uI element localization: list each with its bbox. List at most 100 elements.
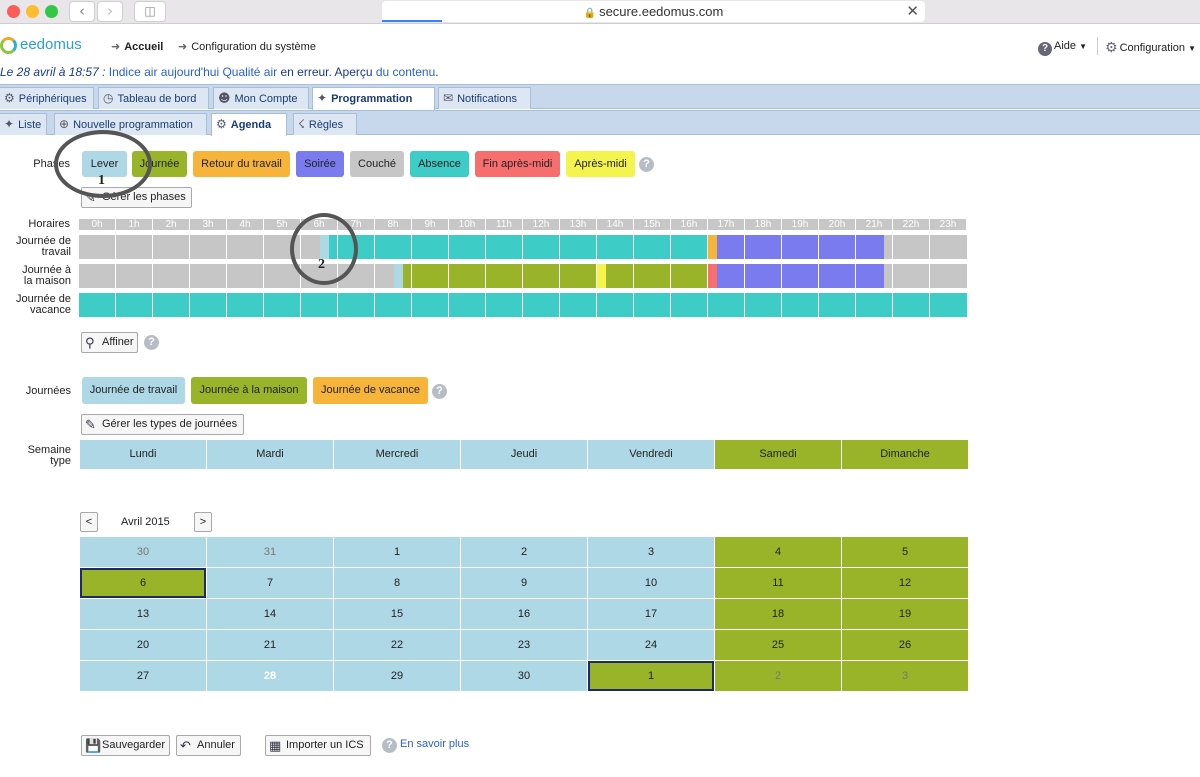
tab-notifications[interactable]: ✉ Notifications xyxy=(438,87,531,109)
week-day-6[interactable]: Dimanche xyxy=(842,440,968,469)
tab-regles[interactable]: ☇ Règles xyxy=(293,113,357,135)
window-close-button[interactable] xyxy=(7,5,20,18)
calendar-day[interactable]: 1 xyxy=(588,661,714,691)
timeline-segment[interactable] xyxy=(79,293,967,317)
phases-help-icon[interactable]: ? xyxy=(639,157,654,172)
timeline-segment[interactable] xyxy=(708,264,718,288)
learn-more-link[interactable]: En savoir plus xyxy=(400,738,469,750)
daytype-work[interactable]: Journée de travail xyxy=(82,377,185,404)
close-icon[interactable]: ✕ xyxy=(906,1,919,22)
week-day-5[interactable]: Samedi xyxy=(715,440,841,469)
day-types-help-icon[interactable]: ? xyxy=(432,384,447,399)
breadcrumb-system-config[interactable]: ➜ Configuration du système xyxy=(178,40,316,53)
prev-month-button[interactable]: < xyxy=(80,512,98,532)
phase-absence[interactable]: Absence xyxy=(410,151,469,177)
timeline-segment[interactable] xyxy=(717,264,884,288)
phase-soiree[interactable]: Soirée xyxy=(296,151,344,177)
help-menu[interactable]: ? Aide ▼ xyxy=(1038,40,1087,56)
sidebar-toggle-button[interactable]: ◫ xyxy=(134,1,166,22)
refine-button[interactable]: ⚲ Affiner xyxy=(81,332,138,353)
tab-mon-compte[interactable]: ☻ Mon Compte xyxy=(213,87,309,109)
phase-fin-apres-midi[interactable]: Fin après-midi xyxy=(475,151,560,177)
configuration-menu[interactable]: ⚙ Configuration ▼ xyxy=(1105,40,1196,56)
calendar-day[interactable]: 12 xyxy=(842,568,968,598)
notice-content-link[interactable]: du contenu xyxy=(376,65,435,79)
browser-forward-button[interactable]: › xyxy=(97,1,123,22)
calendar-day[interactable]: 4 xyxy=(715,537,841,567)
calendar-day[interactable]: 8 xyxy=(334,568,460,598)
calendar-day[interactable]: 28 xyxy=(207,661,333,691)
logo[interactable]: eedomus xyxy=(20,36,82,53)
calendar-day[interactable]: 27 xyxy=(80,661,206,691)
notice-device-link[interactable]: Indice air aujourd'hui Qualité air xyxy=(109,65,277,79)
week-day-1[interactable]: Mardi xyxy=(207,440,333,469)
calendar-day[interactable]: 15 xyxy=(334,599,460,629)
tab-programmation[interactable]: ✦ Programmation xyxy=(312,87,435,110)
refine-help-icon[interactable]: ? xyxy=(144,335,159,350)
tab-peripheriques[interactable]: ⚙ Périphériques xyxy=(0,87,94,109)
week-day-3[interactable]: Jeudi xyxy=(461,440,587,469)
next-month-button[interactable]: > xyxy=(194,512,212,532)
tab-tableau-de-bord[interactable]: ◷ Tableau de bord xyxy=(98,87,209,109)
calendar-day[interactable]: 5 xyxy=(842,537,968,567)
daytype-home[interactable]: Journée à la maison xyxy=(191,377,307,404)
address-bar[interactable]: 🔒 secure.eedomus.com ✕ xyxy=(382,1,925,22)
window-minimize-button[interactable] xyxy=(26,5,39,18)
calendar-day[interactable]: 31 xyxy=(207,537,333,567)
tab-agenda[interactable]: ⚙ Agenda xyxy=(211,113,287,136)
timeline-segment[interactable] xyxy=(606,264,708,288)
timeline-row-home[interactable] xyxy=(79,264,967,288)
calendar-day[interactable]: 2 xyxy=(461,537,587,567)
calendar-day[interactable]: 26 xyxy=(842,630,968,660)
calendar-day[interactable]: 18 xyxy=(715,599,841,629)
week-day-4[interactable]: Vendredi xyxy=(588,440,714,469)
calendar-day[interactable]: 1 xyxy=(334,537,460,567)
calendar-day[interactable]: 24 xyxy=(588,630,714,660)
timeline-segment[interactable] xyxy=(883,235,967,259)
phase-couche[interactable]: Couché xyxy=(350,151,404,177)
calendar-day[interactable]: 6 xyxy=(80,568,206,598)
calendar-day[interactable]: 20 xyxy=(80,630,206,660)
import-ics-button[interactable]: ▦ Importer un ICS xyxy=(265,735,371,756)
calendar-day[interactable]: 21 xyxy=(207,630,333,660)
calendar-day[interactable]: 2 xyxy=(715,661,841,691)
tab-nouvelle-programmation[interactable]: ⊕ Nouvelle programmation xyxy=(54,113,207,135)
calendar-day[interactable]: 11 xyxy=(715,568,841,598)
calendar-day[interactable]: 30 xyxy=(80,537,206,567)
calendar-day[interactable]: 22 xyxy=(334,630,460,660)
calendar-day[interactable]: 10 xyxy=(588,568,714,598)
calendar-day[interactable]: 30 xyxy=(461,661,587,691)
calendar-day[interactable]: 25 xyxy=(715,630,841,660)
calendar-day[interactable]: 29 xyxy=(334,661,460,691)
timeline-segment[interactable] xyxy=(402,264,597,288)
calendar-day[interactable]: 9 xyxy=(461,568,587,598)
calendar-day[interactable]: 23 xyxy=(461,630,587,660)
timeline-segment[interactable] xyxy=(708,235,718,259)
timeline-segment[interactable] xyxy=(597,264,607,288)
calendar-day[interactable]: 13 xyxy=(80,599,206,629)
manage-day-types-button[interactable]: ✎ Gérer les types de journées xyxy=(81,414,244,435)
timeline-segment[interactable] xyxy=(393,264,403,288)
week-day-0[interactable]: Lundi xyxy=(80,440,206,469)
calendar-day[interactable]: 17 xyxy=(588,599,714,629)
window-zoom-button[interactable] xyxy=(45,5,58,18)
cancel-button[interactable]: ↶ Annuler xyxy=(176,735,241,756)
phase-retour-du-travail[interactable]: Retour du travail xyxy=(193,151,290,177)
calendar-day[interactable]: 7 xyxy=(207,568,333,598)
timeline-row-vacation[interactable] xyxy=(79,293,967,317)
phase-apres-midi[interactable]: Après-midi xyxy=(566,151,635,177)
calendar-day[interactable]: 16 xyxy=(461,599,587,629)
tab-liste[interactable]: ✦ Liste xyxy=(0,113,47,135)
daytype-vacation[interactable]: Journée de vacance xyxy=(313,377,428,404)
calendar-day[interactable]: 3 xyxy=(588,537,714,567)
timeline-row-work[interactable] xyxy=(79,235,967,259)
save-button[interactable]: 💾 Sauvegarder xyxy=(81,735,170,756)
calendar-day[interactable]: 3 xyxy=(842,661,968,691)
browser-back-button[interactable]: ‹ xyxy=(69,1,95,22)
breadcrumb-home[interactable]: ➜ Accueil xyxy=(111,40,163,53)
timeline-segment[interactable] xyxy=(328,235,708,259)
timeline-segment[interactable] xyxy=(717,235,884,259)
timeline-segment[interactable] xyxy=(883,264,967,288)
calendar-day[interactable]: 14 xyxy=(207,599,333,629)
week-day-2[interactable]: Mercredi xyxy=(334,440,460,469)
